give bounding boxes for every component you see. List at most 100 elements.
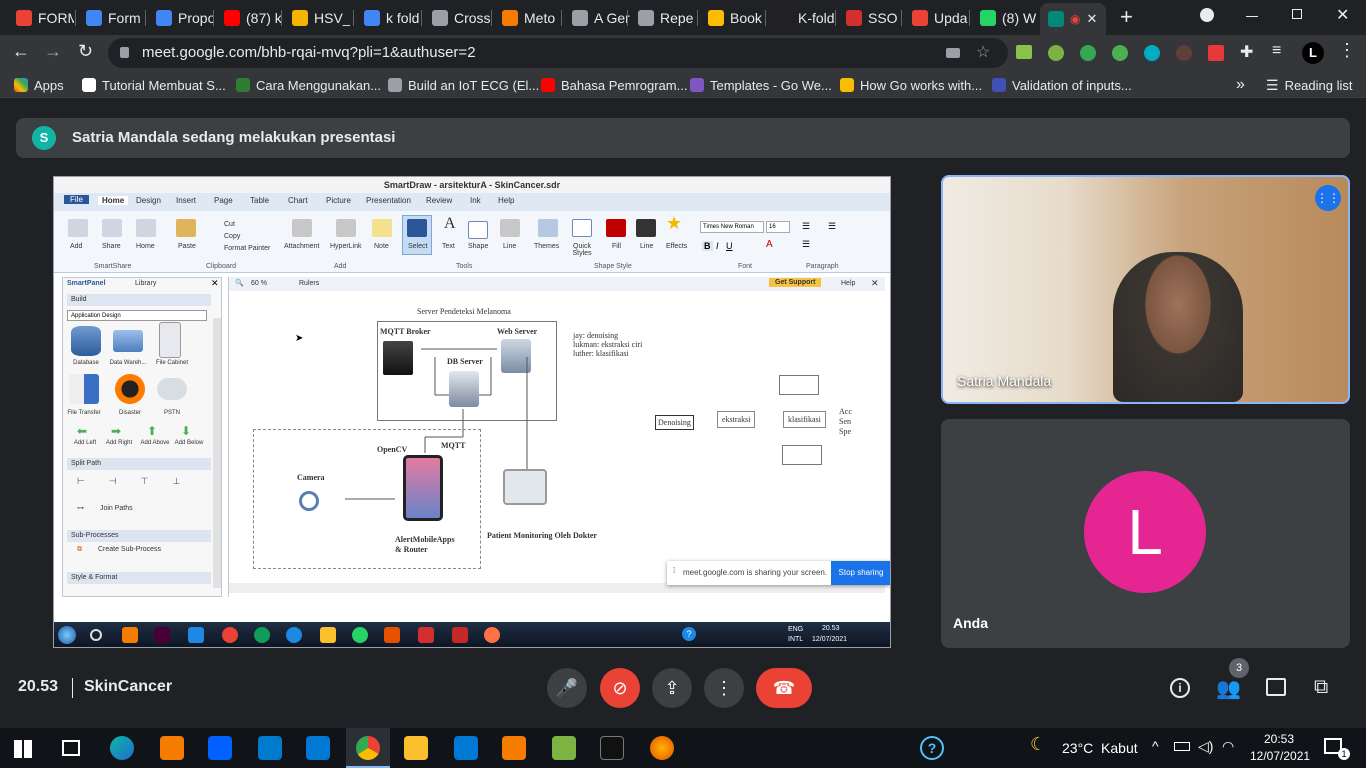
extension-icon-6[interactable] <box>1176 45 1192 61</box>
address-bar[interactable]: meet.google.com/bhb-rqai-mvq?pli=1&authu… <box>108 38 1008 68</box>
extension-icon-3[interactable] <box>1080 45 1096 61</box>
mail-icon[interactable] <box>188 627 204 643</box>
browser-tab[interactable]: FORM <box>8 4 74 32</box>
bookmark-item[interactable]: Validation of inputs... <box>992 75 1132 95</box>
client-group-box[interactable] <box>253 429 481 569</box>
close-window-button[interactable]: ✕ <box>1336 5 1349 25</box>
tab-search-icon[interactable] <box>1200 8 1214 22</box>
bookmark-item[interactable]: Bahasa Pemrogram... <box>541 75 687 95</box>
more-options-button[interactable]: ⋮ <box>704 668 744 708</box>
lang-indicator[interactable]: ENG <box>788 626 803 633</box>
clock-date[interactable]: 12/07/2021 <box>1250 749 1310 763</box>
ribbon-tab[interactable]: File <box>64 195 89 204</box>
ribbon-tab[interactable]: Table <box>250 196 269 205</box>
extension-icon-5[interactable] <box>1144 45 1160 61</box>
file-transfer-icon[interactable] <box>69 374 99 404</box>
camera-blocked-icon[interactable] <box>946 48 960 58</box>
ribbon-button[interactable]: Shape <box>468 243 488 250</box>
smartdraw-icon[interactable] <box>452 627 468 643</box>
ribbon-button[interactable]: Quick Styles <box>570 243 594 257</box>
windows-start-icon[interactable] <box>58 626 76 644</box>
terminal-icon[interactable] <box>600 736 624 760</box>
whatsapp-icon[interactable] <box>352 627 368 643</box>
restore-button[interactable] <box>1292 9 1302 19</box>
empty-box-top[interactable] <box>779 375 819 395</box>
extension-icon-7[interactable] <box>1208 45 1224 61</box>
ribbon-tab[interactable]: Ink <box>470 196 481 205</box>
empty-box-bottom[interactable] <box>782 445 822 465</box>
wifi-icon[interactable]: ◠ <box>1222 738 1234 755</box>
browser-tab[interactable]: Upda <box>904 4 970 32</box>
vscode-icon[interactable] <box>258 736 282 760</box>
more-bookmarks-button[interactable]: » <box>1236 75 1245 95</box>
new-tab-button[interactable]: + <box>1120 4 1133 30</box>
bookmark-item[interactable]: Cara Menggunakan... <box>236 75 381 95</box>
ie-icon[interactable] <box>286 627 302 643</box>
extension-icon-4[interactable] <box>1112 45 1128 61</box>
database-icon[interactable] <box>71 326 101 356</box>
weather-text[interactable]: 23°C Kabut <box>1062 740 1138 756</box>
browser-tab[interactable]: A Ger <box>564 4 630 32</box>
extension-icon-2[interactable] <box>1048 45 1064 61</box>
bookmark-item[interactable]: Build an IoT ECG (El... <box>388 75 539 95</box>
split-path-icons[interactable]: ⊢⊣⊤⊥ <box>77 476 204 487</box>
remote-clock-time[interactable]: 20.53 <box>822 625 840 632</box>
ribbon-tab[interactable]: Home <box>98 196 129 205</box>
close-tab-icon[interactable]: ✕ <box>1086 11 1097 27</box>
font-color-icon[interactable]: A <box>766 239 773 250</box>
acrobat-icon[interactable] <box>418 627 434 643</box>
browser-tab[interactable]: Repe <box>630 4 696 32</box>
ribbon-button[interactable]: Note <box>374 243 389 250</box>
paint-icon[interactable] <box>552 736 576 760</box>
browser-tab[interactable]: (87) k <box>216 4 282 32</box>
battery-icon[interactable] <box>1174 742 1190 751</box>
disaster-icon[interactable] <box>115 374 145 404</box>
browser-tab[interactable]: Book <box>700 4 766 32</box>
pipeline-ekstraksi[interactable]: ekstraksi <box>717 411 756 428</box>
panel-close-icon[interactable]: ✕ <box>211 278 219 289</box>
data-warehouse-icon[interactable] <box>113 330 143 352</box>
italic-button[interactable]: I <box>716 241 719 251</box>
add-below-icon[interactable]: ⬇ <box>181 424 191 438</box>
extensions-puzzle-icon[interactable]: ✚ <box>1240 42 1253 62</box>
ribbon-tab[interactable]: Page <box>214 196 233 205</box>
forward-button[interactable]: → <box>44 41 62 62</box>
font-size-select[interactable]: 16 <box>766 221 790 233</box>
effects-star-icon[interactable]: ★ <box>666 213 682 234</box>
app-taskbar-icon[interactable] <box>160 736 184 760</box>
ribbon-button[interactable]: Home <box>136 243 155 250</box>
ribbon-button[interactable]: Share <box>102 243 121 250</box>
profile-avatar[interactable]: L <box>1302 42 1324 64</box>
help-tray-icon[interactable]: ? <box>682 627 696 641</box>
bold-button[interactable]: B <box>702 241 713 251</box>
ribbon-tab[interactable]: Design <box>136 196 161 205</box>
firefox-taskbar-icon[interactable] <box>650 736 674 760</box>
ribbon-tab[interactable]: Review <box>426 196 452 205</box>
remote-clock-date[interactable]: 12/07/2021 <box>812 636 847 643</box>
ribbon-button[interactable]: Line <box>503 243 516 250</box>
ribbon-button[interactable]: Copy <box>224 233 240 240</box>
file-cabinet-icon[interactable] <box>159 322 181 358</box>
chrome-icon[interactable] <box>222 627 238 643</box>
browser-tab[interactable]: Propo <box>148 4 214 32</box>
file-explorer-icon[interactable] <box>320 627 336 643</box>
bookmark-apps[interactable]: Apps <box>14 75 64 95</box>
browser-tab[interactable]: k fold <box>356 4 422 32</box>
ribbon-button[interactable]: Text <box>442 243 455 250</box>
vlc-icon[interactable] <box>122 627 138 643</box>
align-icon[interactable]: ☰ <box>828 221 836 232</box>
dropbox-icon[interactable] <box>208 736 232 760</box>
edge-icon[interactable] <box>254 627 270 643</box>
ribbon-tab[interactable]: Help <box>498 196 514 205</box>
create-sub-process-item[interactable]: ⧉ Create Sub-Process <box>77 546 161 554</box>
office-icon[interactable] <box>384 627 400 643</box>
extension-icon-1[interactable] <box>1016 45 1032 59</box>
ribbon-button[interactable]: Fill <box>612 243 621 250</box>
search-icon[interactable] <box>90 629 102 641</box>
browser-tab[interactable]: SSO <box>838 4 904 32</box>
magnifier-icon[interactable] <box>299 491 319 511</box>
browser-tab[interactable]: HSV_ <box>284 4 350 32</box>
activities-icon[interactable]: ⧉ <box>1314 676 1328 699</box>
ribbon-button[interactable]: Select <box>408 243 427 250</box>
underline-button[interactable]: U <box>726 241 733 251</box>
